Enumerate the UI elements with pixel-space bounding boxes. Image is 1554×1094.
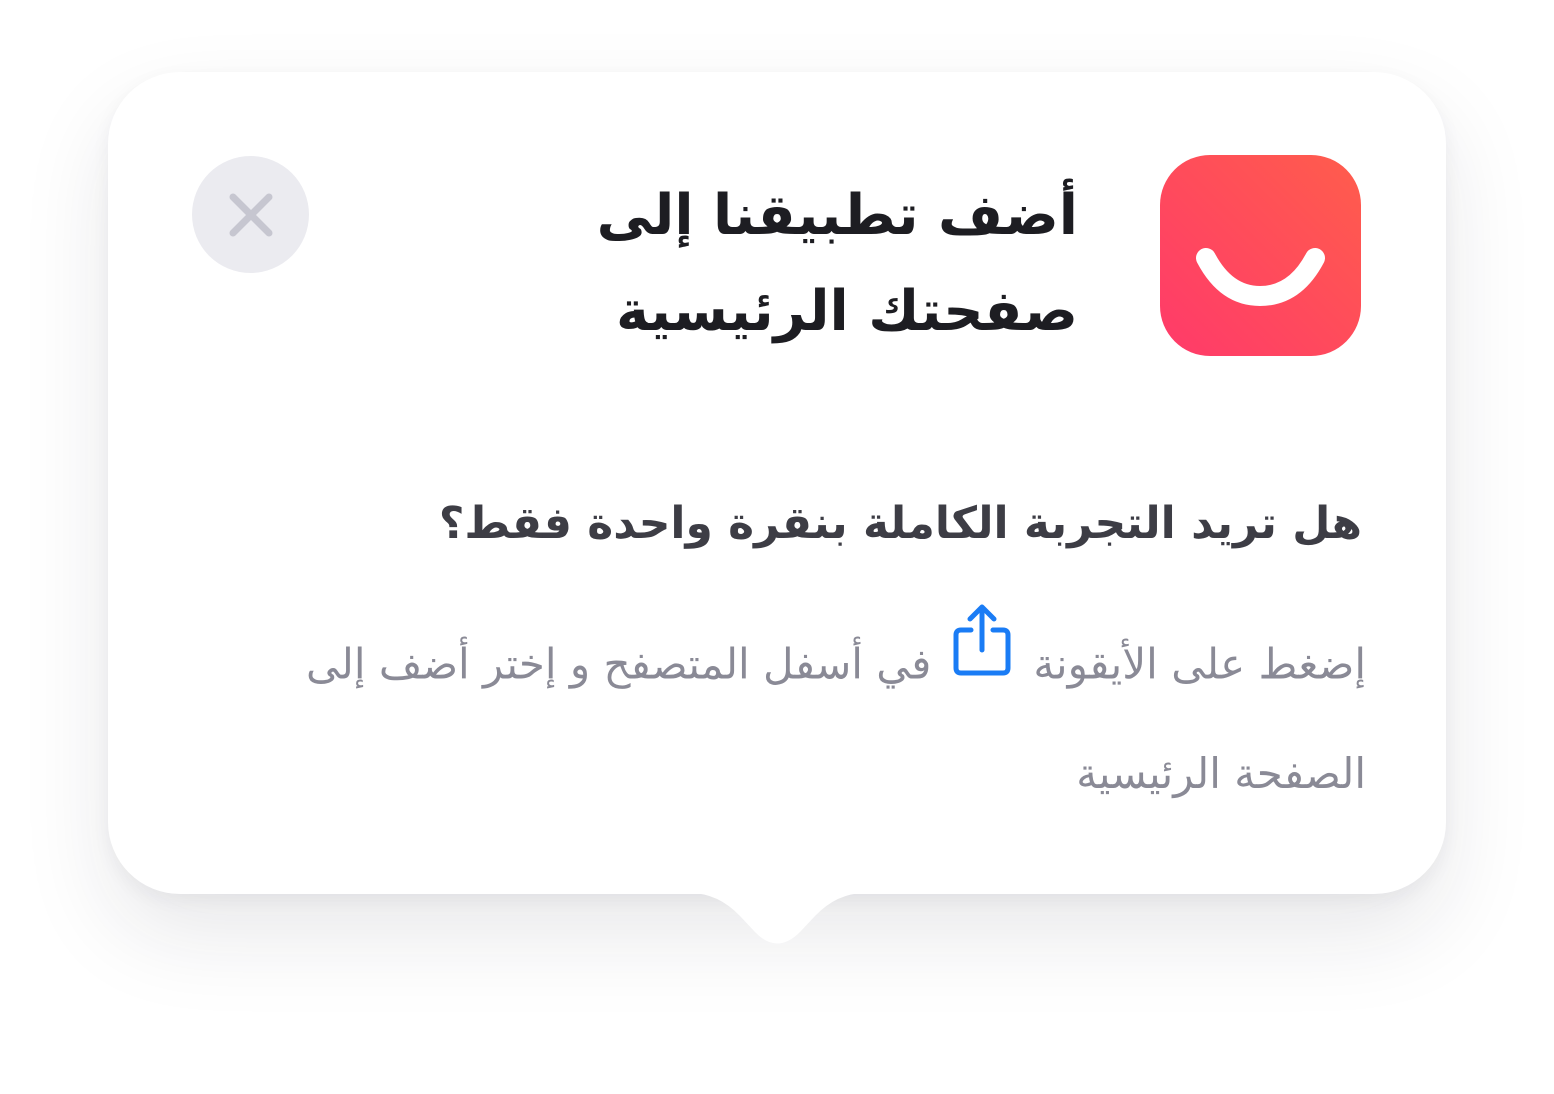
stage: أضف تطبيقنا إلى صفحتك الرئيسية هل تريد ا…: [0, 0, 1554, 1094]
question-text: هل تريد التجربة الكاملة بنقرة واحدة فقط؟: [438, 498, 1362, 549]
instructions-text: إضغط على الأيقونة في أسفل المتصفح و إختر…: [236, 604, 1366, 826]
close-button[interactable]: [192, 156, 309, 273]
popup-title: أضف تطبيقنا إلى صفحتك الرئيسية: [596, 183, 1078, 344]
instruction-before-icon: إضغط على الأيقونة: [1033, 639, 1366, 689]
share-icon: [953, 604, 1011, 714]
close-icon: [229, 193, 272, 236]
smile-app-icon: [1160, 155, 1361, 356]
